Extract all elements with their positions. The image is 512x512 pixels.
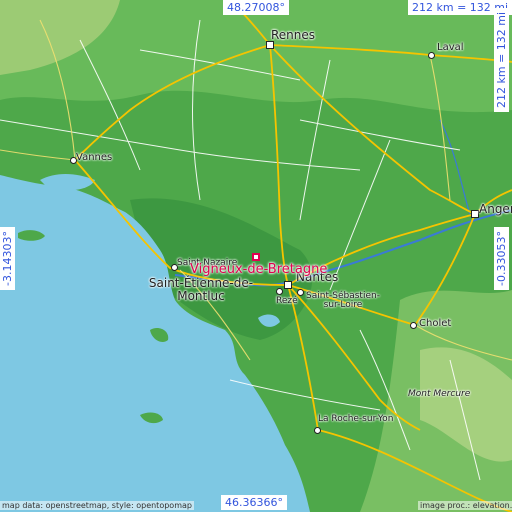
city-marker-nantes [284,281,292,289]
city-marker-laval [428,52,435,59]
map[interactable]: Rennes Laval Vannes Angers Saint-Nazaire… [0,0,512,512]
city-label-rennes: Rennes [271,28,316,42]
scale-right: 212 km = 132 mi [494,7,509,112]
city-marker-angers [471,210,479,218]
city-marker-cholet [410,322,417,329]
coord-bottom-latitude: 46.36366° [221,495,287,510]
city-label-laval: Laval [437,42,464,53]
city-label-angers: Angers [479,202,512,216]
city-marker-rennes [266,41,274,49]
city-label-vannes: Vannes [76,152,113,163]
focus-place-label: Vigneux-de-Bretagne [190,262,328,277]
coord-right-longitude: -0.33053° [494,227,509,290]
city-label-saint-sebastien: Saint-Sébastien-sur-Loire [306,291,380,311]
attribution-map-data: map data: openstreetmap, style: opentopo… [0,501,194,510]
city-label-reze: Rezé [276,296,298,306]
city-label-cholet: Cholet [419,318,452,329]
attribution-image-proc: image proc.: elevation.city [418,501,512,510]
coord-left-longitude: -3.14303° [0,227,15,290]
city-label-mont-mercure: Mont Mercure [408,389,471,399]
city-label-la-roche: La Roche-sur-Yon [318,414,394,424]
coord-top-latitude: 48.27008° [223,0,289,15]
city-marker-reze [276,288,283,295]
city-label-saint-etienne: Saint-Étienne-de-Montluc [148,276,254,303]
city-marker-la-roche [314,427,321,434]
focus-place-marker[interactable] [252,253,260,261]
